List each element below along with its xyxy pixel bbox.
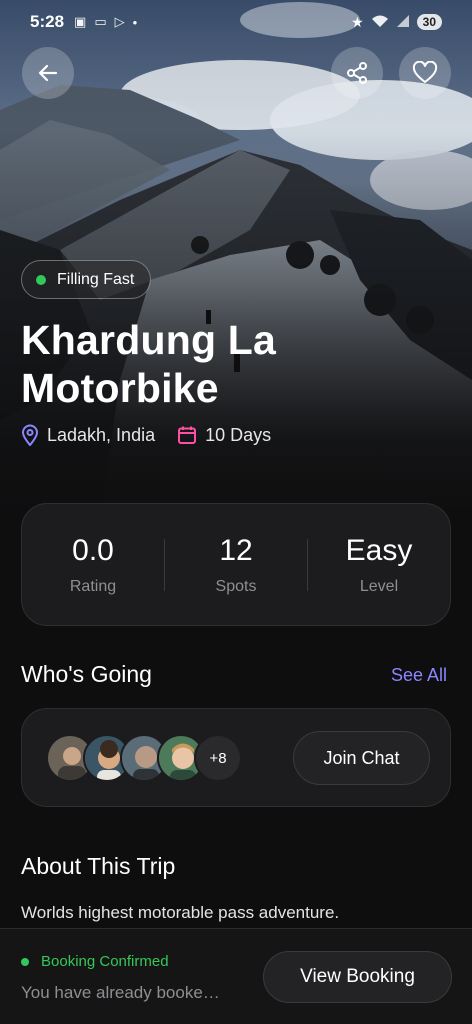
- whos-going-title: Who's Going: [21, 661, 152, 687]
- trip-title: Khardung La Motorbike: [21, 316, 451, 412]
- duration-text: 10 Days: [205, 424, 272, 445]
- favorite-button[interactable]: [399, 47, 451, 99]
- location-text: Ladakh, India: [47, 424, 156, 445]
- filling-fast-badge: Filling Fast: [21, 260, 152, 299]
- stat-rating: 0.0 Rating: [22, 534, 164, 596]
- play-icon: ▷: [114, 14, 125, 29]
- stat-level: Easy Level: [308, 534, 450, 596]
- trip-stats-card: 0.0 Rating 12 Spots Easy Level: [21, 503, 451, 626]
- calendar-icon: [178, 426, 197, 444]
- status-time: 5:28: [30, 12, 65, 31]
- camera-scan-icon: ▣: [74, 14, 87, 29]
- booking-message: You have already booke…: [21, 983, 220, 1002]
- booking-bar: Booking Confirmed You have already booke…: [0, 928, 472, 1024]
- trip-title-line-2: Motorbike: [21, 365, 219, 411]
- booking-status: Booking Confirmed: [21, 953, 169, 970]
- stat-value: 12: [219, 533, 253, 567]
- about-description: Worlds highest motorable pass adventure.: [21, 903, 340, 922]
- status-dot: [36, 274, 46, 285]
- back-button[interactable]: [22, 47, 74, 99]
- stat-label: Spots: [215, 577, 257, 595]
- location-pin-icon: [21, 424, 39, 446]
- status-dot: [21, 957, 29, 966]
- signal-icon: [396, 14, 410, 31]
- heart-icon: [412, 61, 438, 83]
- sim-icon: ▭: [94, 14, 107, 29]
- stat-spots: 12 Spots: [165, 534, 307, 596]
- status-bar: 5:28 ▣ ▭ ▷ • ★ 30: [0, 0, 472, 44]
- booking-status-text: Booking Confirmed: [41, 953, 169, 970]
- stat-value: 0.0: [72, 533, 114, 567]
- battery-indicator: 30: [416, 14, 442, 30]
- star-icon: ★: [351, 13, 364, 30]
- join-chat-button[interactable]: Join Chat: [293, 731, 430, 785]
- about-title: About This Trip: [21, 853, 176, 879]
- share-button[interactable]: [331, 47, 383, 99]
- trip-duration: 10 Days: [177, 425, 271, 446]
- dot-icon: •: [132, 14, 138, 30]
- see-all-link[interactable]: See All: [391, 665, 447, 686]
- trip-title-line-1: Khardung La: [21, 317, 277, 363]
- view-booking-button[interactable]: View Booking: [263, 951, 452, 1003]
- more-attendees-count[interactable]: +8: [194, 734, 242, 782]
- stat-label: Level: [359, 577, 399, 595]
- whos-going-card: +8 Join Chat: [21, 708, 451, 807]
- share-icon: [347, 62, 367, 84]
- stat-label: Rating: [69, 577, 117, 595]
- trip-meta: Ladakh, India 10 Days: [21, 424, 293, 446]
- wifi-icon: [371, 14, 389, 31]
- stat-value: Easy: [345, 533, 413, 567]
- trip-location: Ladakh, India: [21, 424, 155, 446]
- badge-label: Filling Fast: [57, 270, 135, 288]
- arrow-left-icon: [38, 64, 58, 82]
